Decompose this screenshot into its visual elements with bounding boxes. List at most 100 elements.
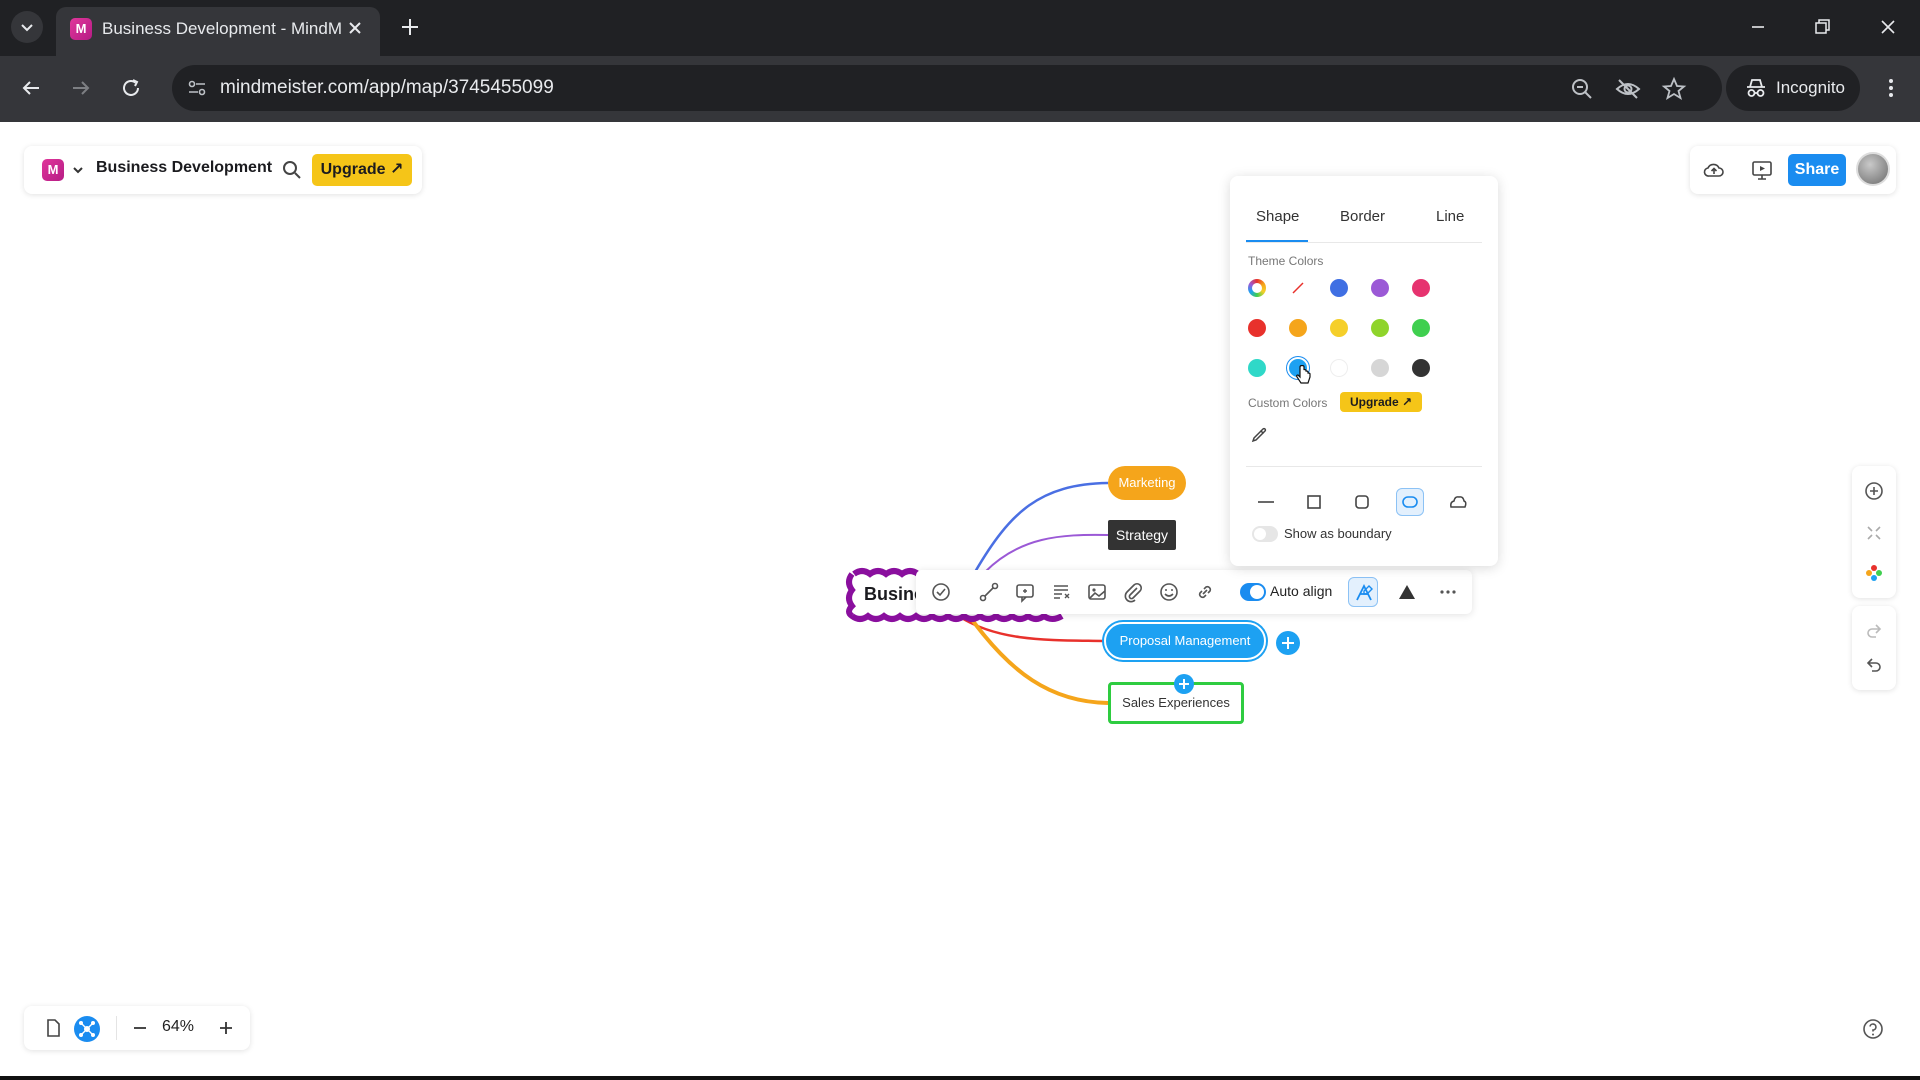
search-icon[interactable]: [280, 158, 304, 182]
right-toolbar: [1852, 466, 1896, 598]
redo-icon[interactable]: [1863, 620, 1885, 642]
connection-icon[interactable]: [978, 581, 1000, 603]
help-icon[interactable]: [1860, 1016, 1886, 1042]
tab-favicon: M: [70, 18, 92, 40]
color-swatch[interactable]: [1412, 359, 1430, 377]
chevron-down-icon[interactable]: [70, 160, 86, 180]
tab-border[interactable]: Border: [1340, 208, 1385, 225]
incognito-badge[interactable]: Incognito: [1726, 65, 1860, 111]
color-swatch[interactable]: [1330, 319, 1348, 337]
note-icon[interactable]: [1050, 581, 1072, 603]
color-swatch[interactable]: [1412, 319, 1430, 337]
cloud-upload-icon[interactable]: [1702, 158, 1726, 182]
restore-button[interactable]: [1802, 10, 1842, 44]
node-marketing[interactable]: Marketing: [1108, 466, 1186, 500]
style-icon: [1356, 583, 1373, 601]
style-panel: Shape Border Line Theme Colors Custom Co…: [1230, 176, 1498, 566]
add-sibling-button[interactable]: [1174, 674, 1194, 694]
divider: [1246, 466, 1482, 467]
multicolor-swatch[interactable]: [1248, 279, 1266, 297]
plus-icon: [220, 1022, 232, 1034]
cloud-shape-icon[interactable]: [1444, 488, 1472, 516]
restore-icon: [1815, 19, 1830, 34]
incognito-icon: [1744, 76, 1768, 100]
node-proposal-management[interactable]: Proposal Management: [1104, 622, 1266, 660]
tab-line[interactable]: Line: [1436, 208, 1464, 225]
incognito-label: Incognito: [1776, 78, 1845, 97]
show-as-boundary-toggle[interactable]: [1252, 526, 1278, 542]
style-button[interactable]: [1348, 577, 1378, 607]
back-button[interactable]: [14, 71, 48, 105]
forward-button[interactable]: [64, 71, 98, 105]
auto-align-toggle[interactable]: [1240, 583, 1266, 601]
new-tab-button[interactable]: [395, 12, 425, 42]
task-check-icon[interactable]: [930, 581, 952, 603]
browser-tab[interactable]: M Business Development - MindMeister: [56, 7, 380, 56]
tab-list-button[interactable]: [11, 11, 43, 43]
color-swatch[interactable]: [1289, 319, 1307, 337]
add-circle-icon[interactable]: [1863, 480, 1885, 502]
share-button[interactable]: Share: [1788, 154, 1846, 186]
minimize-icon: [1752, 26, 1764, 28]
url-text[interactable]: mindmeister.com/app/map/3745455099: [220, 77, 554, 99]
zoom-icon[interactable]: [1568, 75, 1596, 103]
minus-icon: [134, 1027, 146, 1029]
eye-off-icon[interactable]: [1614, 75, 1642, 103]
browser-menu-button[interactable]: [1874, 71, 1908, 105]
presentation-icon[interactable]: [1750, 158, 1774, 182]
zoom-out-button[interactable]: [128, 1016, 152, 1040]
add-child-button[interactable]: [1276, 631, 1300, 655]
image-icon[interactable]: [1086, 581, 1108, 603]
plus-icon: [402, 19, 418, 35]
bookmark-star-icon[interactable]: [1660, 75, 1688, 103]
comment-icon[interactable]: [1014, 581, 1036, 603]
color-swatch[interactable]: [1371, 279, 1389, 297]
map-title[interactable]: Business Development: [96, 159, 272, 177]
color-palette-icon[interactable]: [1863, 562, 1885, 584]
rounded-rectangle-shape-icon[interactable]: [1348, 488, 1376, 516]
attachment-icon[interactable]: [1122, 581, 1144, 603]
mindmeister-logo[interactable]: M: [42, 159, 64, 181]
map-actions: Share: [1690, 146, 1896, 194]
color-swatch[interactable]: [1330, 359, 1348, 377]
browser-toolbar: mindmeister.com/app/map/3745455099 Incog…: [0, 56, 1920, 122]
browser-tab-bar: M Business Development - MindMeister: [0, 0, 1920, 56]
tab-shape[interactable]: Shape: [1256, 208, 1299, 225]
color-swatch[interactable]: [1371, 359, 1389, 377]
color-swatch[interactable]: [1412, 279, 1430, 297]
tab-title: Business Development - MindMeister: [102, 19, 342, 38]
text-color-icon[interactable]: [1396, 581, 1418, 603]
minimize-button[interactable]: [1738, 10, 1778, 44]
color-swatch[interactable]: [1330, 279, 1348, 297]
eyedropper-icon[interactable]: [1250, 426, 1268, 444]
close-window-button[interactable]: [1868, 10, 1908, 44]
node-strategy[interactable]: Strategy: [1108, 520, 1176, 550]
avatar[interactable]: [1856, 152, 1890, 186]
color-swatch[interactable]: [1248, 319, 1266, 337]
site-info-icon[interactable]: [186, 77, 208, 99]
link-icon[interactable]: [1194, 581, 1216, 603]
collapse-icon[interactable]: [1863, 522, 1885, 544]
no-color-swatch[interactable]: [1289, 279, 1307, 297]
root-node[interactable]: Busine: [850, 571, 922, 617]
branch-strategy: [984, 533, 1109, 573]
reload-button[interactable]: [114, 71, 148, 105]
outline-view-icon[interactable]: [42, 1017, 64, 1039]
emoji-icon[interactable]: [1158, 581, 1180, 603]
rectangle-shape-icon[interactable]: [1300, 488, 1328, 516]
undo-icon[interactable]: [1863, 654, 1885, 676]
pill-shape-icon[interactable]: [1396, 488, 1424, 516]
history-toolbar: [1852, 606, 1896, 690]
tab-close-button[interactable]: [342, 15, 368, 41]
line-shape-icon[interactable]: [1252, 488, 1280, 516]
upgrade-custom-colors-button[interactable]: Upgrade ↗: [1340, 392, 1422, 412]
mind-map-view-icon[interactable]: [74, 1016, 100, 1042]
color-swatch[interactable]: [1248, 359, 1266, 377]
zoom-level: 64%: [162, 1018, 195, 1035]
address-bar[interactable]: mindmeister.com/app/map/3745455099: [172, 65, 1722, 111]
zoom-in-button[interactable]: [214, 1016, 238, 1040]
more-options-button[interactable]: [1436, 581, 1460, 603]
upgrade-button[interactable]: Upgrade ↗: [312, 154, 412, 186]
color-swatch[interactable]: [1371, 319, 1389, 337]
reload-icon: [123, 79, 139, 96]
